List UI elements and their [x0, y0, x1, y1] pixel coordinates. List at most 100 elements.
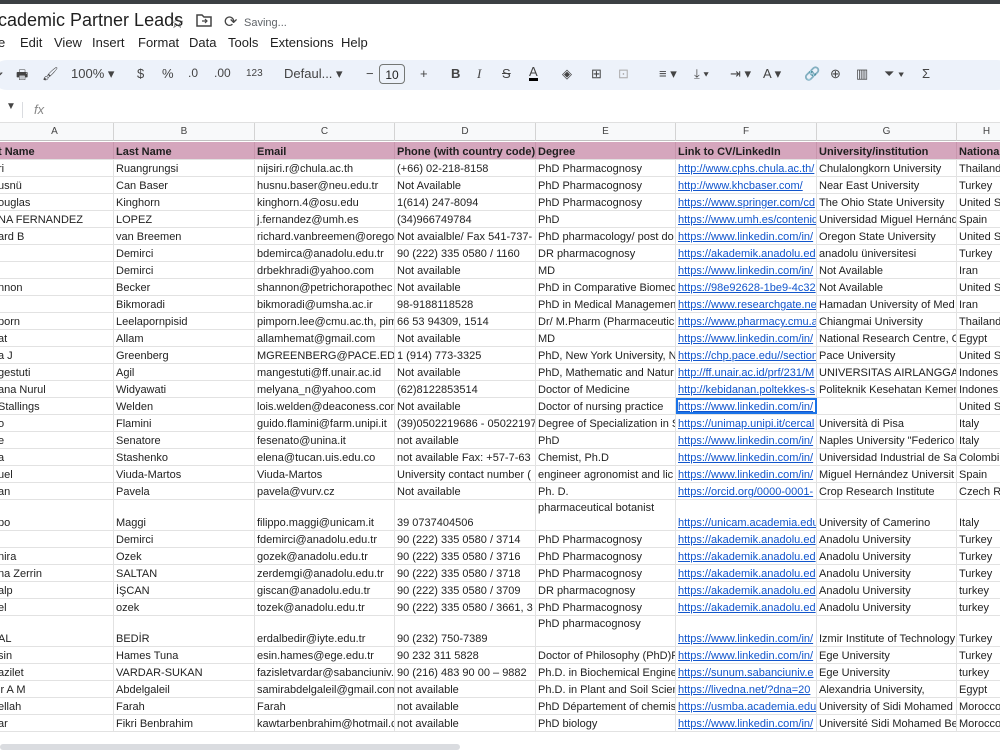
cell-cv-link[interactable]: http://www.cphs.chula.ac.th/: [676, 160, 817, 176]
cell-nationality[interactable]: United S: [957, 398, 1000, 414]
cell-first-name[interactable]: ouglas: [0, 194, 114, 210]
cell-nationality[interactable]: Turkey: [957, 245, 1000, 261]
header-cell-first-name[interactable]: t Name: [0, 142, 114, 159]
cell-last-name[interactable]: LOPEZ: [114, 211, 255, 227]
cv-link[interactable]: https://www.linkedin.com/in/: [678, 333, 813, 345]
cell-phone[interactable]: 90 (222) 335 0580 / 3709: [395, 582, 536, 598]
cell-last-name[interactable]: Flamini: [114, 415, 255, 431]
cell-email[interactable]: Viuda-Martos: [255, 466, 395, 482]
cell-first-name[interactable]: e: [0, 432, 114, 448]
cell-last-name[interactable]: Welden: [114, 398, 255, 414]
cell-degree[interactable]: PhD Pharmacognosy: [536, 194, 676, 210]
cell-institution[interactable]: Anadolu University: [817, 599, 957, 615]
document-title[interactable]: cademic Partner Leads: [0, 10, 183, 31]
cell-institution[interactable]: Hamadan University of Med: [817, 296, 957, 312]
cell-cv-link[interactable]: https://www.linkedin.com/in/: [676, 616, 817, 646]
cell-degree[interactable]: engineer agronomist and lic: [536, 466, 676, 482]
cell-last-name[interactable]: Farah: [114, 698, 255, 714]
cv-link[interactable]: https://unicam.academia.edu: [678, 517, 816, 529]
cell-institution[interactable]: Université Sidi Mohamed Be: [817, 715, 957, 731]
align-left-icon[interactable]: ≡ ▾: [659, 66, 677, 82]
print-icon[interactable]: 🖶: [16, 66, 28, 88]
cell-nationality[interactable]: Egypt: [957, 330, 1000, 346]
merge-cells-icon[interactable]: ⊡: [618, 66, 629, 82]
zoom-select[interactable]: 100% ▾: [71, 66, 114, 82]
menu-insert[interactable]: Insert: [92, 35, 125, 50]
cell-phone[interactable]: not available: [395, 681, 536, 697]
cv-link[interactable]: https://www.linkedin.com/in/: [678, 401, 813, 413]
cell-cv-link[interactable]: https://akademik.anadolu.ed: [676, 548, 817, 564]
cell-nationality[interactable]: Morocco: [957, 715, 1000, 731]
cell-phone[interactable]: not available: [395, 715, 536, 731]
cell-nationality[interactable]: United S: [957, 347, 1000, 363]
cell-institution[interactable]: Crop Research Institute: [817, 483, 957, 499]
cell-cv-link[interactable]: https://www.linkedin.com/in/: [676, 330, 817, 346]
cell-nationality[interactable]: United S: [957, 279, 1000, 295]
cell-cv-link[interactable]: https://www.linkedin.com/in/: [676, 466, 817, 482]
cell-first-name[interactable]: el: [0, 599, 114, 615]
header-cell-last-name[interactable]: Last Name: [114, 142, 255, 159]
cell-institution[interactable]: anadolu üniversitesi: [817, 245, 957, 261]
cell-email[interactable]: drbekhradi@yahoo.com: [255, 262, 395, 278]
cell-nationality[interactable]: Italy: [957, 500, 1000, 530]
cell-institution[interactable]: Miguel Hernández Universit: [817, 466, 957, 482]
cv-link[interactable]: https://www.linkedin.com/in/: [678, 633, 813, 645]
cell-last-name[interactable]: Kinghorn: [114, 194, 255, 210]
cell-institution[interactable]: Chiangmai University: [817, 313, 957, 329]
filter-icon[interactable]: ⏷ ▾: [884, 66, 904, 82]
header-cell-cv-link[interactable]: Link to CV/LinkedIn: [676, 142, 817, 159]
cell-email[interactable]: fdemirci@anadolu.edu.tr: [255, 531, 395, 547]
functions-icon[interactable]: Σ: [922, 66, 930, 81]
cell-institution[interactable]: UNIVERSITAS AIRLANGGA: [817, 364, 957, 380]
cell-last-name[interactable]: Can Baser: [114, 177, 255, 193]
cell-nationality[interactable]: United S: [957, 228, 1000, 244]
cell-degree[interactable]: Dr/ M.Pharm (Pharmaceutic: [536, 313, 676, 329]
cell-first-name[interactable]: nira: [0, 548, 114, 564]
cell-degree[interactable]: PhD pharmacology/ post do: [536, 228, 676, 244]
horizontal-scrollbar[interactable]: [0, 744, 460, 750]
cell-phone[interactable]: 90 (222) 335 0580 / 1160: [395, 245, 536, 261]
cell-nationality[interactable]: turkey: [957, 664, 1000, 680]
cell-first-name[interactable]: [0, 296, 114, 312]
cell-cv-link[interactable]: https://usmba.academia.edu: [676, 698, 817, 714]
cell-email[interactable]: lois.welden@deaconess.com: [255, 398, 395, 414]
cell-degree[interactable]: PhD Pharmacognosy: [536, 565, 676, 581]
cell-nationality[interactable]: Colombi: [957, 449, 1000, 465]
cell-nationality[interactable]: Turkey: [957, 565, 1000, 581]
cell-cv-link[interactable]: https://www.linkedin.com/in/: [676, 262, 817, 278]
text-rotation-icon[interactable]: A ▾: [763, 66, 781, 82]
chart-icon[interactable]: ▥: [856, 66, 868, 82]
column-header-h[interactable]: H: [957, 123, 1000, 141]
link-icon[interactable]: 🔗: [804, 66, 820, 82]
cell-phone[interactable]: 66 53 94309, 1514: [395, 313, 536, 329]
cell-email[interactable]: husnu.baser@neu.edu.tr: [255, 177, 395, 193]
cell-cv-link[interactable]: https://www.linkedin.com/in/: [676, 449, 817, 465]
cell-nationality[interactable]: Spain: [957, 211, 1000, 227]
cell-first-name[interactable]: ir A M: [0, 681, 114, 697]
cell-last-name[interactable]: Pavela: [114, 483, 255, 499]
cell-phone[interactable]: 90 (232) 750-7389: [395, 616, 536, 646]
text-color-icon[interactable]: A: [529, 65, 538, 81]
cell-nationality[interactable]: Turkey: [957, 647, 1000, 663]
cell-phone[interactable]: 90 (216) 483 90 00 – 9882: [395, 664, 536, 680]
cell-first-name[interactable]: at: [0, 330, 114, 346]
cell-institution[interactable]: Izmir Institute of Technology: [817, 616, 957, 646]
cell-phone[interactable]: Not Available: [395, 177, 536, 193]
cell-cv-link[interactable]: https://www.pharmacy.cmu.a: [676, 313, 817, 329]
cell-nationality[interactable]: Indones: [957, 381, 1000, 397]
cv-link[interactable]: https://www.linkedin.com/in/: [678, 718, 813, 730]
cv-link[interactable]: https://www.springer.com/cd: [678, 197, 815, 209]
cell-phone[interactable]: 90 (222) 335 0580 / 3716: [395, 548, 536, 564]
cv-link[interactable]: https://www.linkedin.com/in/: [678, 435, 813, 447]
cell-cv-link[interactable]: https://akademik.anadolu.ed: [676, 599, 817, 615]
cv-link[interactable]: https://akademik.anadolu.ed: [678, 551, 816, 563]
cell-cv-link[interactable]: https://akademik.anadolu.ed: [676, 582, 817, 598]
cell-first-name[interactable]: alp: [0, 582, 114, 598]
cell-email[interactable]: pimporn.lee@cmu.ac.th, pim: [255, 313, 395, 329]
cell-cv-link[interactable]: https://unicam.academia.edu: [676, 500, 817, 530]
cell-phone[interactable]: Not avaialble/ Fax 541-737-: [395, 228, 536, 244]
cell-degree[interactable]: Chemist, Ph.D: [536, 449, 676, 465]
cell-institution[interactable]: Naples University "Federico: [817, 432, 957, 448]
font-select[interactable]: Defaul... ▾: [284, 66, 343, 82]
percent-button[interactable]: %: [162, 66, 174, 81]
